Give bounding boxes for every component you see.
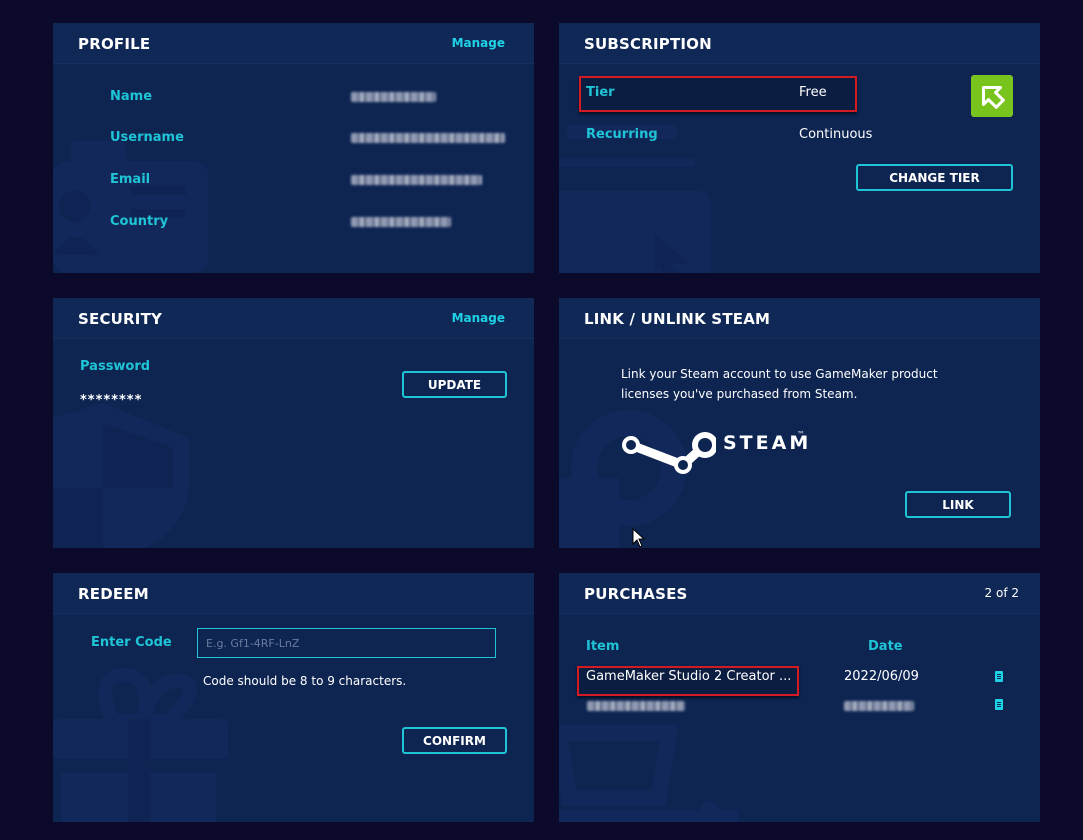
purchase-item-name: GameMaker Studio 2 Creator ... bbox=[586, 669, 792, 684]
purchases-header: PURCHASES 2 of 2 bbox=[559, 573, 1040, 614]
security-header: SECURITY Manage bbox=[53, 298, 534, 339]
email-label: Email bbox=[110, 172, 151, 187]
receipt-icon[interactable] bbox=[995, 699, 1003, 710]
security-title: SECURITY bbox=[78, 310, 163, 328]
steam-trademark: ™ bbox=[797, 430, 805, 439]
date-column-header: Date bbox=[868, 639, 903, 654]
country-label: Country bbox=[110, 214, 169, 229]
steam-description: Link your Steam account to use GameMaker… bbox=[621, 367, 938, 401]
tier-badge bbox=[971, 75, 1013, 117]
purchase-item-redacted bbox=[587, 701, 685, 711]
recurring-value: Continuous bbox=[799, 127, 873, 142]
redeem-card: REDEEM Enter Code Code should be 8 to 9 … bbox=[53, 573, 534, 822]
username-label: Username bbox=[110, 130, 184, 145]
password-value: ******** bbox=[80, 393, 143, 408]
purchase-date-redacted bbox=[844, 701, 914, 711]
confirm-redeem-button[interactable]: CONFIRM bbox=[402, 727, 507, 754]
purchase-date: 2022/06/09 bbox=[844, 669, 919, 684]
redeem-header: REDEEM bbox=[53, 573, 534, 614]
steam-header: LINK / UNLINK STEAM bbox=[559, 298, 1040, 339]
profile-card: PROFILE Manage Name Username Email Count… bbox=[53, 23, 534, 273]
enter-code-label: Enter Code bbox=[91, 635, 172, 650]
profile-manage-link[interactable]: Manage bbox=[452, 36, 505, 50]
redeem-title: REDEEM bbox=[78, 585, 149, 603]
code-length-hint: Code should be 8 to 9 characters. bbox=[203, 674, 407, 688]
profile-header: PROFILE Manage bbox=[53, 23, 534, 64]
subscription-header: SUBSCRIPTION bbox=[559, 23, 1040, 64]
name-label: Name bbox=[110, 89, 153, 104]
password-label: Password bbox=[80, 359, 151, 374]
up-arrow-icon bbox=[982, 86, 1005, 109]
username-value-redacted bbox=[351, 133, 505, 143]
country-value-redacted bbox=[351, 217, 451, 227]
link-steam-button[interactable]: LINK bbox=[905, 491, 1011, 518]
item-column-header: Item bbox=[586, 639, 620, 654]
purchases-count: 2 of 2 bbox=[984, 586, 1019, 600]
steam-card: LINK / UNLINK STEAM Link your Steam acco… bbox=[559, 298, 1040, 548]
profile-title: PROFILE bbox=[78, 35, 151, 53]
recurring-label: Recurring bbox=[586, 127, 658, 142]
change-tier-button[interactable]: CHANGE TIER bbox=[856, 164, 1013, 191]
receipt-icon[interactable] bbox=[995, 671, 1003, 682]
security-manage-link[interactable]: Manage bbox=[452, 311, 505, 325]
purchases-title: PURCHASES bbox=[584, 585, 688, 603]
security-card: SECURITY Manage Password ******** UPDATE bbox=[53, 298, 534, 548]
purchases-card: PURCHASES 2 of 2 Item Date GameMaker Stu… bbox=[559, 573, 1040, 822]
steam-title: LINK / UNLINK STEAM bbox=[584, 310, 771, 328]
update-password-button[interactable]: UPDATE bbox=[402, 371, 507, 398]
redeem-code-input[interactable] bbox=[197, 628, 496, 658]
subscription-title: SUBSCRIPTION bbox=[584, 35, 712, 53]
name-value-redacted bbox=[351, 92, 436, 102]
subscription-card: SUBSCRIPTION Tier Free Recurring Continu… bbox=[559, 23, 1040, 273]
mouse-cursor-icon bbox=[632, 528, 646, 548]
steam-logo-icon bbox=[622, 432, 716, 474]
tier-label: Tier bbox=[586, 85, 615, 100]
email-value-redacted bbox=[351, 175, 482, 185]
steam-logo: STEAM ™ bbox=[621, 428, 811, 478]
tier-value: Free bbox=[799, 85, 827, 100]
